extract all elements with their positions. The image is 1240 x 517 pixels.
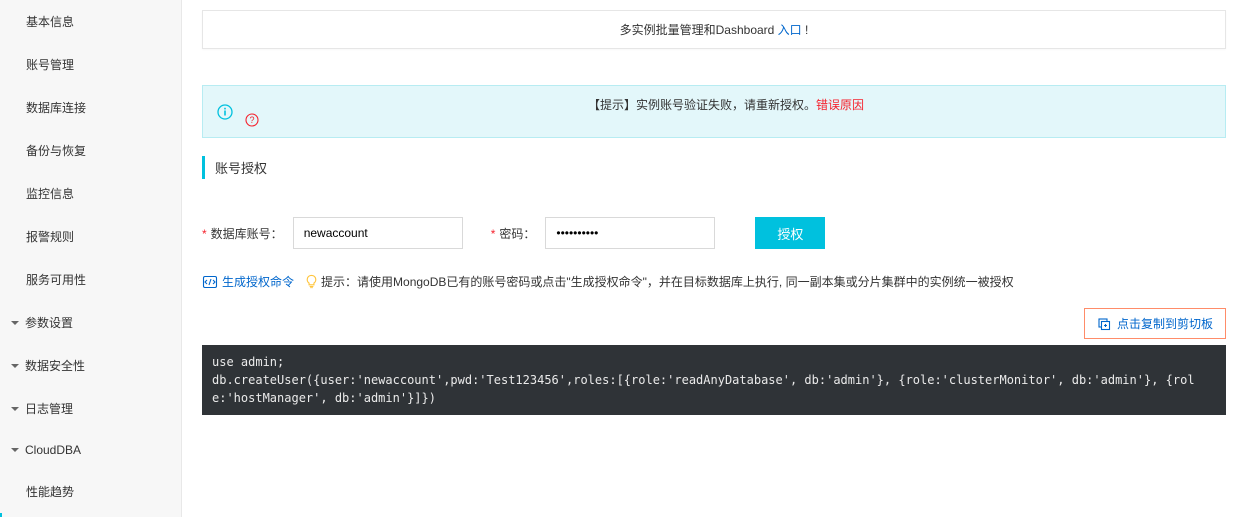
alert-msg: 【提示】实例账号验证失败，请重新授权。	[588, 98, 816, 112]
sidebar-item-label: 基本信息	[26, 13, 74, 30]
auth-form: *数据库账号： *密码： 授权	[202, 217, 1226, 249]
sidebar-item-11[interactable]: 性能趋势	[0, 470, 181, 513]
account-label: *数据库账号：	[202, 225, 283, 242]
help-icon[interactable]: ?	[245, 113, 1211, 127]
sidebar-item-12[interactable]: 实时性能	[0, 513, 181, 517]
dashboard-banner: 多实例批量管理和Dashboard 入口 !	[202, 10, 1226, 49]
sidebar-item-3[interactable]: 备份与恢复	[0, 129, 181, 172]
sidebar-item-8[interactable]: 数据安全性	[0, 344, 181, 387]
bulb-icon	[304, 274, 319, 289]
hint-label: 提示：	[321, 273, 357, 290]
code-block: use admin; db.createUser({user:'newaccou…	[202, 345, 1226, 415]
sidebar-item-7[interactable]: 参数设置	[0, 301, 181, 344]
alert-error-link[interactable]: 错误原因	[816, 98, 864, 112]
sidebar-item-label: CloudDBA	[25, 443, 81, 457]
sidebar-item-label: 服务可用性	[26, 271, 86, 288]
sidebar-item-1[interactable]: 账号管理	[0, 43, 181, 86]
sidebar-item-5[interactable]: 报警规则	[0, 215, 181, 258]
sidebar-item-label: 数据安全性	[25, 357, 85, 374]
sidebar-item-label: 账号管理	[26, 56, 74, 73]
sidebar-item-label: 监控信息	[26, 185, 74, 202]
alert-text: 【提示】实例账号验证失败，请重新授权。错误原因?	[245, 96, 1211, 127]
sidebar-item-10[interactable]: CloudDBA	[0, 430, 181, 470]
copy-button[interactable]: 点击复制到剪切板	[1084, 308, 1226, 339]
svg-text:?: ?	[249, 115, 254, 125]
hint-text: 请使用MongoDB已有的账号密码或点击"生成授权命令"，并在目标数据库上执行,…	[357, 273, 1014, 290]
banner-text: 多实例批量管理和Dashboard	[620, 23, 778, 37]
sidebar-item-2[interactable]: 数据库连接	[0, 86, 181, 129]
password-label: *密码：	[491, 225, 536, 242]
sidebar-item-label: 备份与恢复	[26, 142, 86, 159]
hint-row: 生成授权命令 提示： 请使用MongoDB已有的账号密码或点击"生成授权命令"，…	[202, 273, 1226, 290]
sidebar-item-label: 日志管理	[25, 400, 73, 417]
sidebar-item-label: 数据库连接	[26, 99, 86, 116]
info-icon	[217, 104, 233, 120]
copy-label: 点击复制到剪切板	[1117, 315, 1213, 332]
main-content: 多实例批量管理和Dashboard 入口 ! 【提示】实例账号验证失败，请重新授…	[182, 0, 1240, 517]
password-input[interactable]	[545, 217, 715, 249]
sidebar-item-9[interactable]: 日志管理	[0, 387, 181, 430]
copy-icon	[1097, 317, 1111, 331]
sidebar: 基本信息账号管理数据库连接备份与恢复监控信息报警规则服务可用性参数设置数据安全性…	[0, 0, 182, 517]
account-input[interactable]	[293, 217, 463, 249]
sidebar-item-label: 报警规则	[26, 228, 74, 245]
code-icon	[202, 274, 218, 290]
authorize-button[interactable]: 授权	[755, 217, 825, 249]
sidebar-item-4[interactable]: 监控信息	[0, 172, 181, 215]
sidebar-item-0[interactable]: 基本信息	[0, 0, 181, 43]
section-title: 账号授权	[202, 156, 1226, 179]
auth-alert: 【提示】实例账号验证失败，请重新授权。错误原因?	[202, 85, 1226, 138]
copy-row: 点击复制到剪切板	[202, 308, 1226, 339]
sidebar-item-label: 性能趋势	[26, 483, 74, 500]
sidebar-item-6[interactable]: 服务可用性	[0, 258, 181, 301]
sidebar-item-label: 参数设置	[25, 314, 73, 331]
banner-suffix: !	[802, 23, 809, 37]
banner-link[interactable]: 入口	[778, 23, 802, 37]
generate-command-link[interactable]: 生成授权命令	[222, 273, 294, 290]
